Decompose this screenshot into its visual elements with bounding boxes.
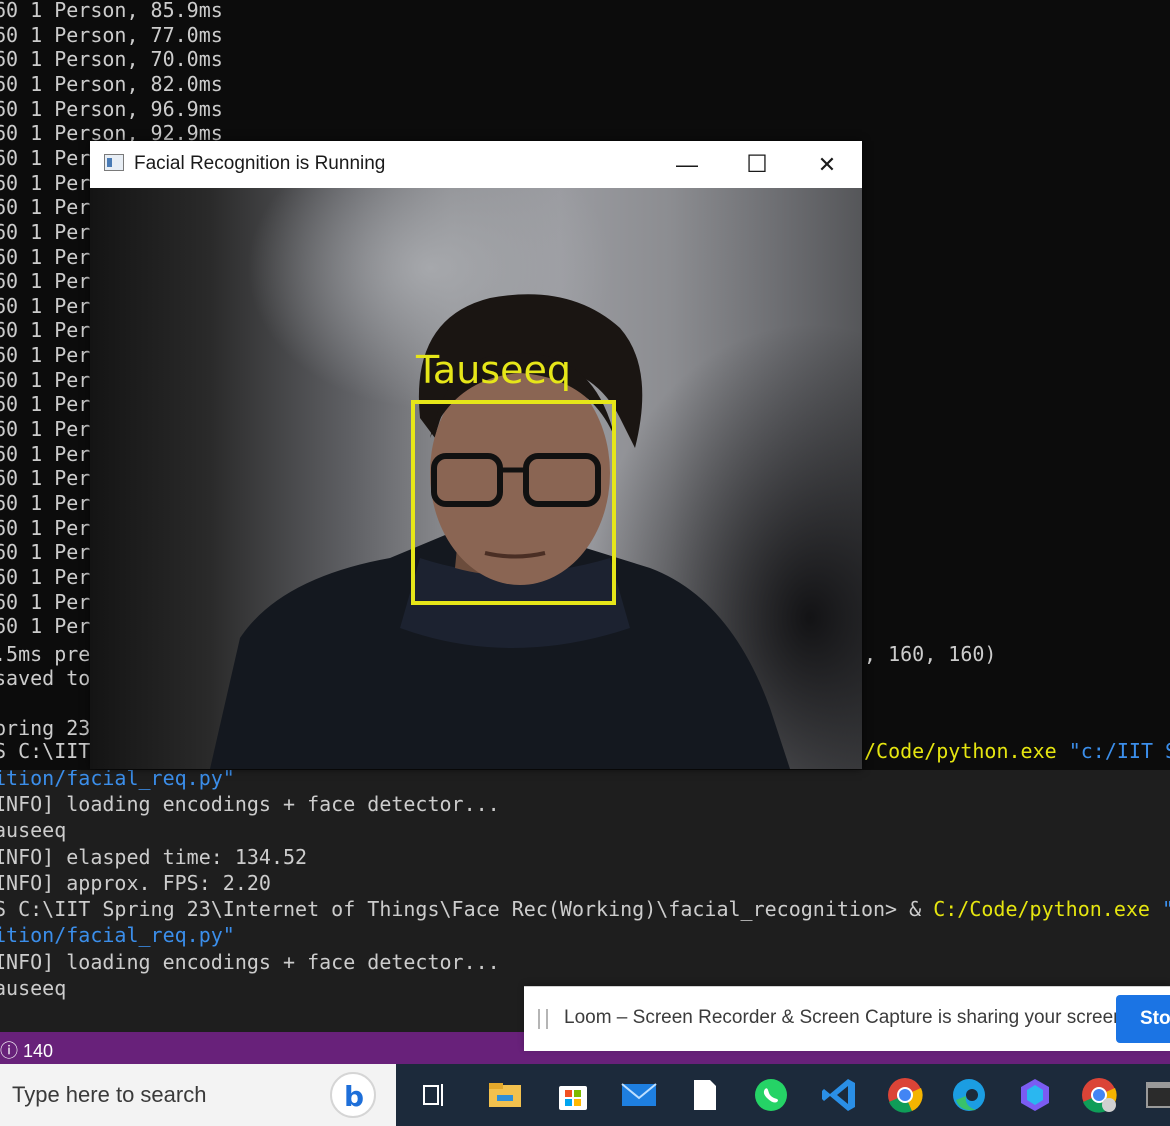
terminal-line: auseeq: [0, 818, 67, 842]
microsoft-store-icon[interactable]: [552, 1074, 594, 1116]
console-log-line: 60 1 Per: [0, 564, 91, 589]
console-log-line: 60 1 Per: [0, 392, 91, 417]
mail-icon[interactable]: [618, 1074, 660, 1116]
terminal-line: ition/facial_req.py": [0, 923, 235, 947]
chrome-profile-icon[interactable]: [1078, 1074, 1120, 1116]
command-arg: "c:/IIT Spri: [1162, 897, 1170, 921]
console-log-line: 60 1 Per: [0, 367, 91, 392]
command-arg: "c:/IIT Spri: [1068, 739, 1170, 763]
file-explorer-icon[interactable]: [484, 1074, 526, 1116]
notepad-icon[interactable]: [684, 1074, 726, 1116]
bing-icon[interactable]: b: [330, 1072, 376, 1118]
console-log-line: 60 1 Per: [0, 145, 91, 170]
console-log-line: 60 1 Per: [0, 244, 91, 269]
camera-scene: Tauseeq: [210, 294, 790, 769]
svg-text:b: b: [344, 1080, 364, 1113]
copilot-icon[interactable]: [1014, 1074, 1056, 1116]
whatsapp-icon[interactable]: [750, 1074, 792, 1116]
console-log-line: 60 1 Per: [0, 614, 91, 639]
terminal-icon[interactable]: [1138, 1074, 1170, 1116]
console-spring-line: pring 23: [0, 716, 91, 740]
loom-sharing-bar: Loom – Screen Recorder & Screen Capture …: [524, 986, 1170, 1051]
console-log-line: 60 1 Per: [0, 515, 91, 540]
stop-sharing-button[interactable]: Stop: [1116, 995, 1170, 1043]
console-log-line: 60 1 Per: [0, 195, 91, 220]
console-log-line: 60 1 Per: [0, 293, 91, 318]
window-titlebar[interactable]: Facial Recognition is Running — ☐ ✕: [90, 141, 862, 188]
console-log-line: 60 1 Person, 96.9ms: [0, 96, 223, 121]
console-log-line: 60 1 Per: [0, 491, 91, 515]
app-icon: [104, 154, 124, 171]
face-label: Tauseeq: [415, 348, 571, 392]
console-log-line: 60 1 Per: [0, 318, 91, 343]
console-prompt-line: S C:\IIT: [0, 739, 91, 763]
console-log-line: 60 1 Per: [0, 441, 91, 466]
status-count-value: 140: [23, 1041, 54, 1061]
chrome-icon[interactable]: [884, 1074, 926, 1116]
search-placeholder: Type here to search: [12, 1082, 207, 1107]
console-log-line: 60 1 Per: [0, 417, 91, 442]
console-log-line: 60 1 Person, 77.0ms: [0, 22, 223, 47]
vscode-icon[interactable]: [818, 1074, 860, 1116]
terminal-line: INFO] loading encodings + face detector.…: [0, 792, 500, 816]
console-saved-line: saved to: [0, 666, 91, 690]
port-icon: ⓘ: [0, 1041, 18, 1061]
camera-feed: Tauseeq: [90, 188, 862, 769]
console-speed-line: .5ms pre: [0, 642, 91, 666]
terminal-line: ition/facial_req.py": [0, 770, 235, 790]
terminal-line: INFO] elasped time: 134.52: [0, 845, 308, 869]
console-log-line: 60 1 Per: [0, 219, 91, 244]
console-log-line: 60 1 Per: [0, 343, 91, 368]
console-log-line: 60 1 Per: [0, 589, 91, 614]
close-button[interactable]: ✕: [792, 141, 862, 188]
facial-recognition-window[interactable]: Facial Recognition is Running — ☐ ✕ Taus…: [90, 141, 862, 769]
window-title: Facial Recognition is Running: [134, 153, 386, 174]
minimize-button[interactable]: —: [652, 141, 722, 188]
taskbar-search-box[interactable]: Type here to search b: [0, 1064, 396, 1126]
windows-taskbar: Type here to search b: [0, 1064, 1170, 1126]
maximize-button[interactable]: ☐: [722, 141, 792, 188]
terminal-line: auseeq: [0, 976, 67, 1000]
edge-icon[interactable]: [948, 1074, 990, 1116]
console-log-line: 60 1 Per: [0, 540, 91, 565]
console-log-line: 60 1 Per: [0, 466, 91, 491]
terminal-line: INFO] approx. FPS: 2.20: [0, 871, 271, 895]
loom-message: Loom – Screen Recorder & Screen Capture …: [564, 1007, 1129, 1028]
command-exe: C:/Code/python.exe: [933, 897, 1150, 921]
console-log-line: 60 1 Person, 85.9ms: [0, 0, 223, 22]
terminal-line: INFO] loading encodings + face detector.…: [0, 950, 500, 974]
status-count[interactable]: ⓘ 140: [0, 1037, 53, 1063]
console-log-line: 60 1 Person, 70.0ms: [0, 47, 223, 72]
command-exe: /Code/python.exe: [864, 739, 1057, 763]
console-log-line: 60 1 Per: [0, 170, 91, 195]
drag-handle-icon[interactable]: [538, 1009, 548, 1029]
terminal-command-line: S C:\IIT Spring 23\Internet of Things\Fa…: [0, 896, 1170, 922]
console-command-tail: /Code/python.exe "c:/IIT Spri: [864, 739, 1170, 763]
task-view-icon[interactable]: [412, 1074, 454, 1116]
console-log-line: 60 1 Per: [0, 269, 91, 294]
prompt-path: S C:\IIT Spring 23\Internet of Things\Fa…: [0, 897, 934, 921]
console-log-line: 60 1 Person, 82.0ms: [0, 71, 223, 96]
console-shape-tail: , 160, 160): [864, 642, 997, 666]
